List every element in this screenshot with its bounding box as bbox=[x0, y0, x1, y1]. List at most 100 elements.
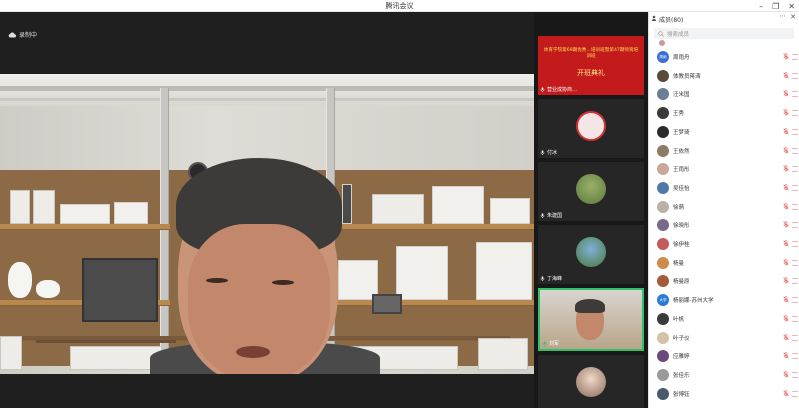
muted-microphone-icon[interactable] bbox=[783, 371, 789, 378]
member-row[interactable]: 叶帆 bbox=[649, 310, 799, 328]
microphone-icon bbox=[540, 213, 545, 218]
camera-off-icon[interactable] bbox=[792, 334, 798, 341]
member-row[interactable]: 王梦琦 bbox=[649, 123, 799, 141]
muted-microphone-icon[interactable] bbox=[783, 127, 789, 135]
tile-label: 丁海峰 bbox=[540, 275, 562, 282]
participant-tile-active[interactable]: 刘军 bbox=[538, 288, 644, 351]
laptop bbox=[372, 294, 402, 314]
avatar bbox=[657, 125, 669, 138]
camera-off-icon[interactable] bbox=[792, 278, 798, 285]
muted-microphone-icon[interactable] bbox=[783, 389, 789, 397]
camera-off-icon[interactable] bbox=[792, 259, 798, 266]
camera-off-icon[interactable] bbox=[792, 184, 798, 191]
banner-text: 体育学院第69期优秀…培训班暨第47期师资培训班 bbox=[543, 48, 639, 59]
avatar bbox=[657, 219, 669, 232]
tile-name: 朱建国 bbox=[547, 213, 563, 219]
camera-off-icon[interactable] bbox=[792, 315, 798, 322]
restore-icon[interactable]: ❐ bbox=[772, 2, 779, 11]
close-icon[interactable]: ✕ bbox=[788, 2, 795, 11]
camera-off-icon[interactable] bbox=[792, 353, 798, 360]
member-row[interactable]: 大学 杨丽娜-苏州大学 bbox=[649, 291, 799, 309]
tile-label: 付冰 bbox=[540, 149, 557, 156]
participant-tile[interactable]: 丁海峰 bbox=[538, 225, 644, 284]
member-row[interactable]: 杨曼原 bbox=[649, 272, 799, 290]
muted-microphone-icon[interactable] bbox=[783, 296, 789, 303]
member-row[interactable]: 徐萌 bbox=[649, 198, 799, 216]
member-name: 体教员蒋涛 bbox=[673, 73, 701, 80]
camera-off-icon[interactable] bbox=[792, 147, 798, 154]
muted-microphone-icon[interactable] bbox=[783, 184, 789, 191]
muted-microphone-icon[interactable] bbox=[783, 53, 789, 60]
participant-tile[interactable]: 朱建国 bbox=[538, 162, 644, 221]
microphone-icon bbox=[540, 276, 545, 281]
muted-microphone-icon[interactable] bbox=[783, 165, 789, 172]
participant-strip[interactable]: 体育学院第69期优秀…培训班暨第47期师资培训班 开班典礼 营业成协商… 付冰 … bbox=[534, 12, 648, 408]
member-row[interactable]: 叶子仪 bbox=[649, 329, 799, 347]
members-panel[interactable]: 成员(80) ⋯ ✕ 搜索成员 周雨 周雨舟 体教员蒋涛 汪米国 王秀 王梦琦 王依然 王雨彤… bbox=[648, 12, 799, 408]
muted-microphone-icon[interactable] bbox=[783, 221, 789, 228]
muted-microphone-icon[interactable] bbox=[783, 240, 789, 247]
camera-off-icon[interactable] bbox=[792, 241, 798, 247]
book bbox=[342, 184, 352, 224]
participant-tile[interactable]: 体育学院第69期优秀…培训班暨第47期师资培训班 开班典礼 营业成协商… bbox=[538, 36, 644, 95]
avatar bbox=[657, 107, 669, 120]
muted-microphone-icon[interactable] bbox=[783, 352, 789, 359]
close-icon[interactable]: ✕ bbox=[790, 13, 796, 21]
camera-off-icon[interactable] bbox=[792, 297, 798, 304]
avatar bbox=[576, 237, 606, 267]
participant-tile[interactable]: 付冰 bbox=[538, 99, 644, 158]
camera-off-icon[interactable] bbox=[792, 390, 798, 397]
search-icon bbox=[658, 30, 664, 37]
muted-microphone-icon[interactable] bbox=[783, 314, 789, 322]
speaker-video bbox=[0, 74, 534, 374]
camera-off-icon[interactable] bbox=[792, 72, 798, 79]
member-row[interactable]: 吴佳怡 bbox=[649, 179, 799, 197]
muted-microphone-icon[interactable] bbox=[783, 258, 789, 266]
muted-microphone-icon[interactable] bbox=[783, 90, 789, 97]
camera-off-icon[interactable] bbox=[792, 54, 798, 60]
more-icon[interactable]: ⋯ bbox=[779, 12, 786, 20]
member-row[interactable]: 王雨彤 bbox=[649, 160, 799, 178]
main-video-area[interactable]: 录制中 bbox=[0, 12, 534, 408]
members-icon bbox=[651, 15, 657, 21]
recording-label: 录制中 bbox=[19, 32, 38, 39]
avatar bbox=[657, 256, 669, 269]
member-row[interactable]: 应雅婷 bbox=[649, 347, 799, 365]
member-row[interactable]: 徐晓彤 bbox=[649, 216, 799, 234]
member-row[interactable]: 徐伊桂 bbox=[649, 235, 799, 253]
member-row[interactable]: 周雨 周雨舟 bbox=[649, 48, 799, 66]
avatar bbox=[657, 387, 669, 400]
muted-microphone-icon[interactable] bbox=[783, 109, 789, 116]
camera-off-icon[interactable] bbox=[792, 222, 798, 229]
muted-microphone-icon[interactable] bbox=[783, 333, 789, 341]
member-search-input[interactable]: 搜索成员 bbox=[654, 28, 794, 39]
shelf bbox=[336, 224, 534, 230]
recording-indicator: 录制中 bbox=[8, 30, 37, 39]
member-row[interactable]: 体教员蒋涛 bbox=[649, 67, 799, 85]
member-name: 徐萌 bbox=[673, 204, 685, 211]
member-row[interactable]: 张佳乐 bbox=[649, 366, 799, 384]
member-row[interactable]: 杨曼 bbox=[649, 254, 799, 272]
member-row[interactable]: 汪米国 bbox=[649, 85, 799, 103]
avatar bbox=[657, 331, 669, 344]
member-row[interactable]: 张博钰 bbox=[649, 385, 799, 403]
minimize-icon[interactable]: – bbox=[759, 2, 763, 11]
monitor bbox=[82, 258, 158, 322]
member-name: 杨丽娜-苏州大学 bbox=[673, 298, 714, 305]
camera-off-icon[interactable] bbox=[792, 128, 798, 135]
pillar bbox=[160, 88, 169, 374]
camera-off-icon[interactable] bbox=[792, 203, 798, 210]
member-row[interactable]: 王秀 bbox=[649, 104, 799, 122]
member-row[interactable]: 王依然 bbox=[649, 142, 799, 160]
camera-off-icon[interactable] bbox=[792, 371, 798, 378]
avatar: 周雨 bbox=[657, 51, 669, 63]
member-name: 杨曼原 bbox=[673, 279, 690, 286]
muted-microphone-icon[interactable] bbox=[783, 146, 789, 154]
camera-off-icon[interactable] bbox=[792, 110, 798, 117]
camera-off-icon[interactable] bbox=[792, 166, 798, 173]
muted-microphone-icon[interactable] bbox=[783, 202, 789, 210]
camera-off-icon[interactable] bbox=[792, 91, 798, 98]
muted-microphone-icon[interactable] bbox=[783, 277, 789, 284]
muted-microphone-icon[interactable] bbox=[783, 71, 789, 79]
participant-tile[interactable] bbox=[538, 355, 644, 408]
